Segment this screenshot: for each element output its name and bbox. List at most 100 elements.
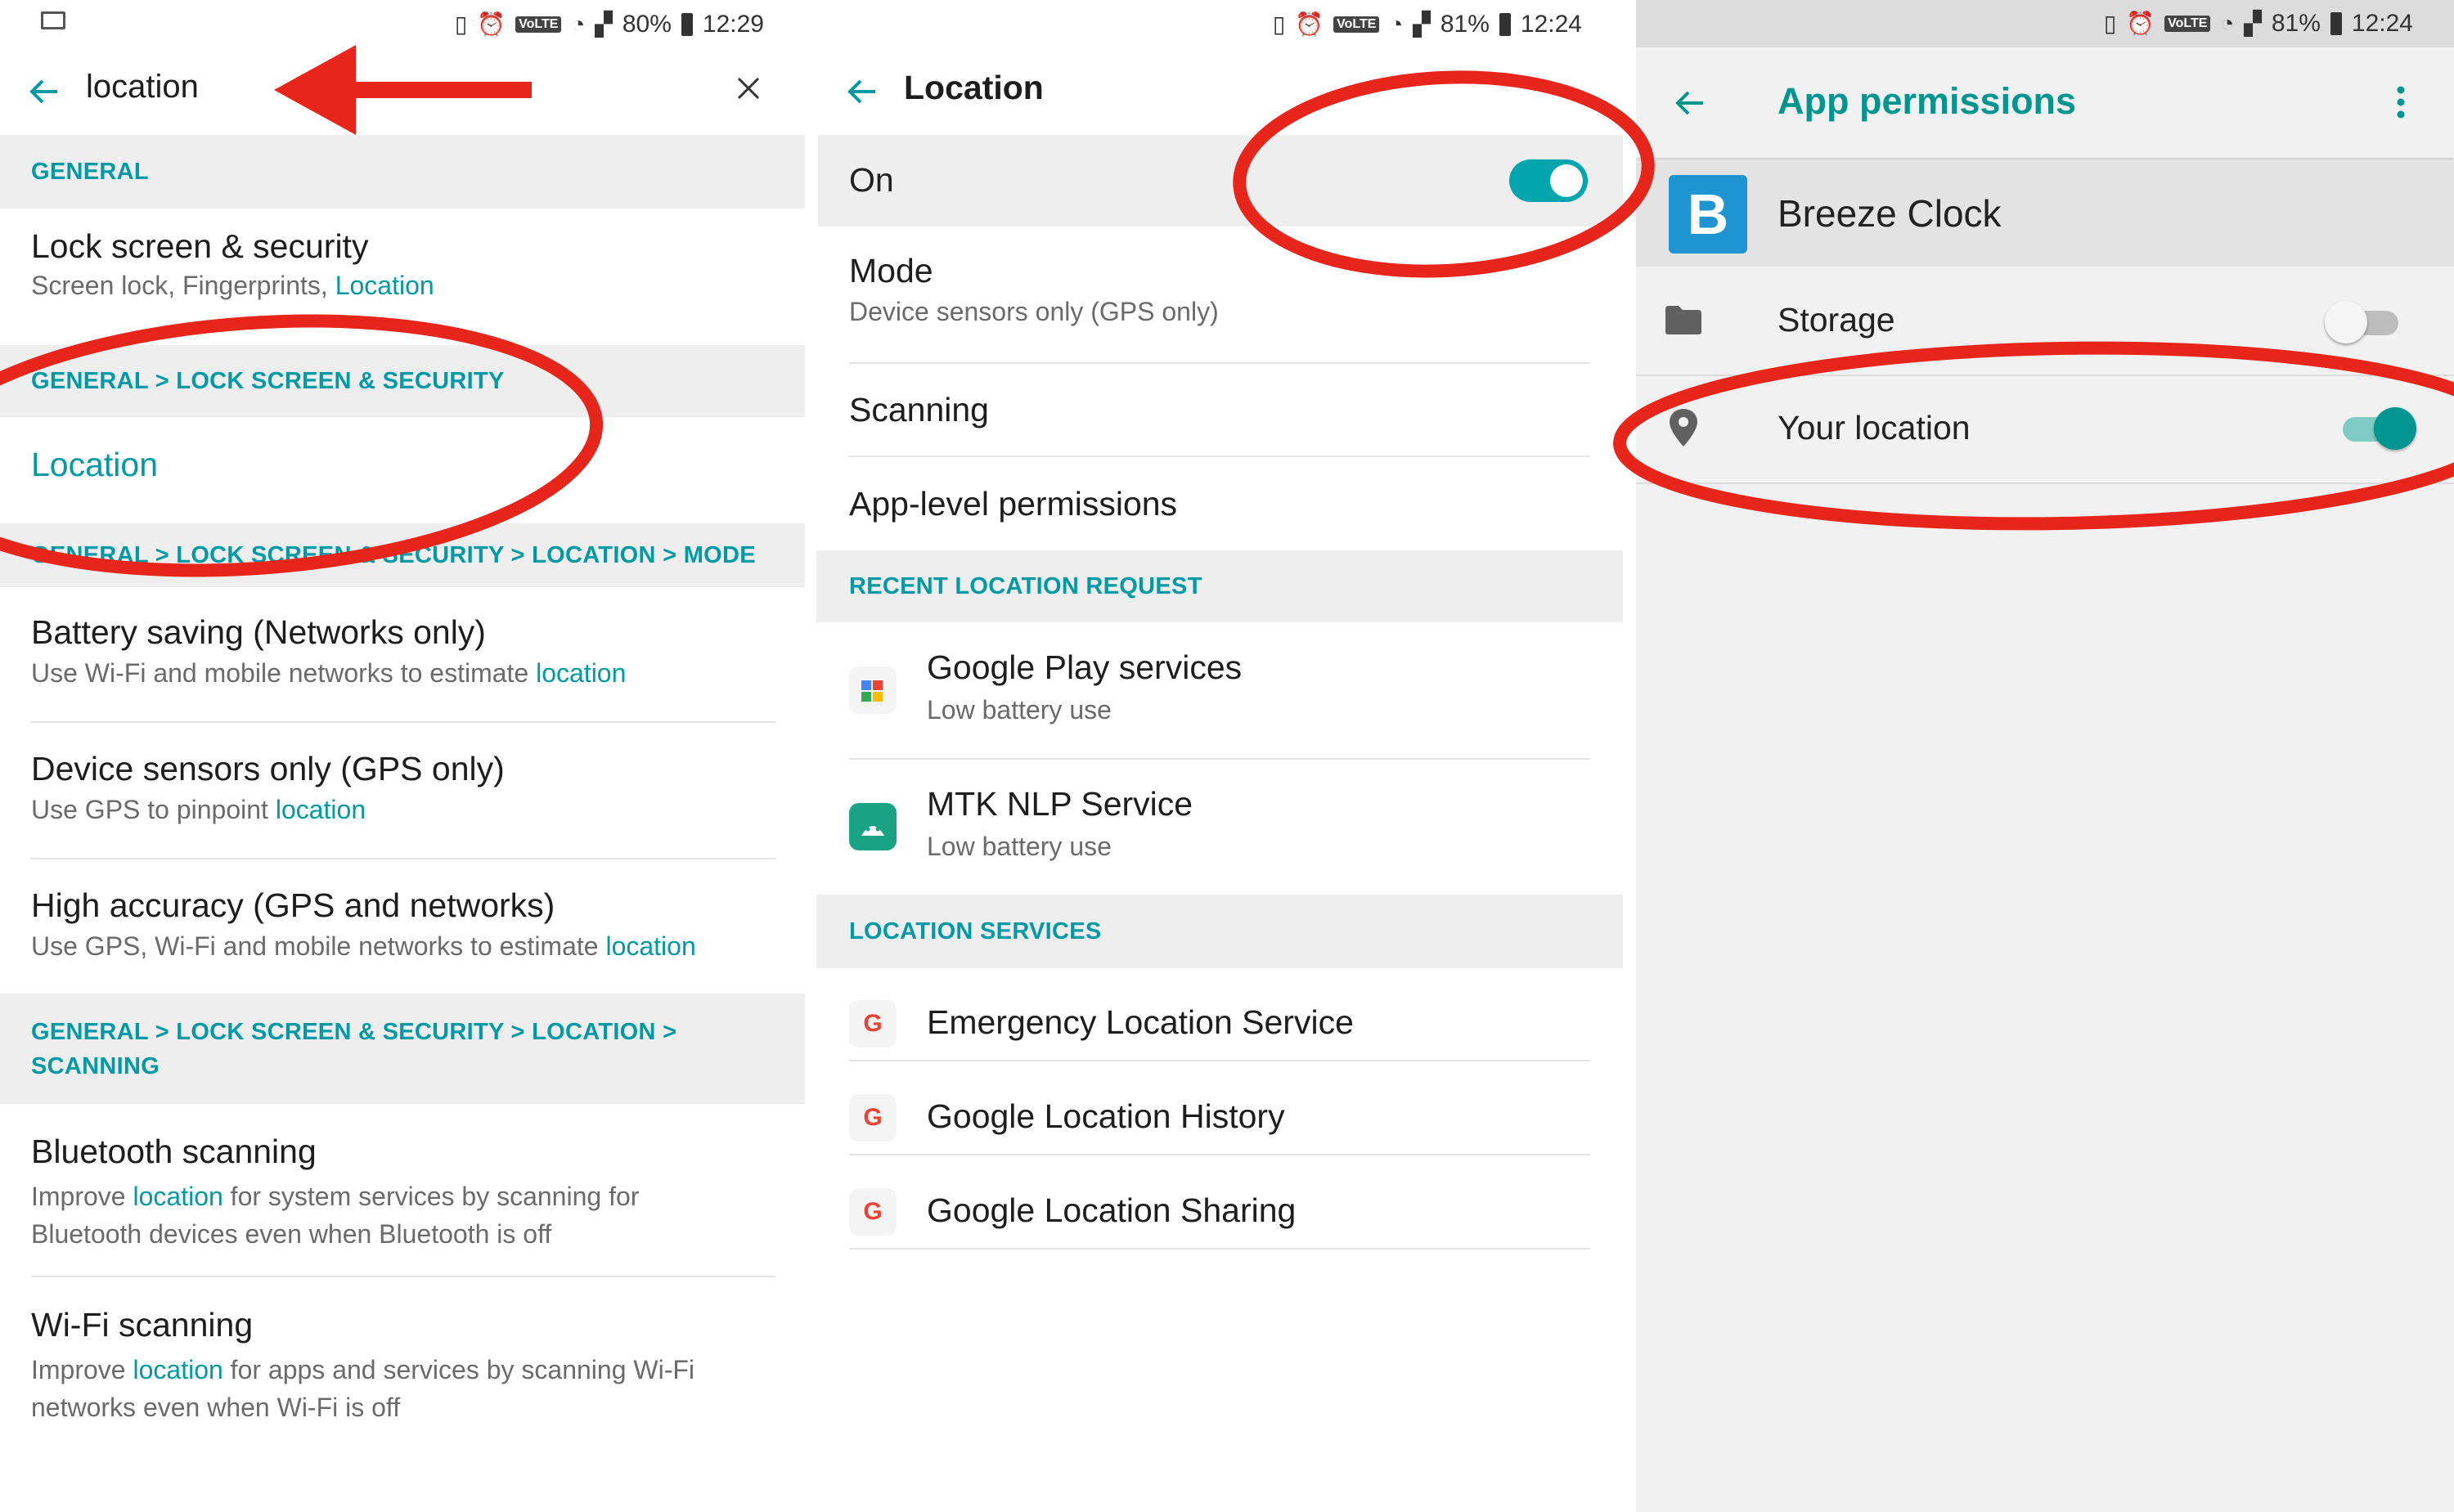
alarm-icon: ⏰ [1295, 11, 1324, 37]
battery-percent: 81% [2271, 10, 2321, 37]
location-settings-panel: ▯ ⏰ VoLTE ◔ ▞ 81% 12:24 Location On Mode… [816, 0, 1623, 1512]
recent-request-item[interactable]: Google Play services Low battery use [849, 648, 1593, 747]
master-switch-label: On [849, 161, 894, 199]
status-bar: ▯ ⏰ VoLTE ◔ ▞ 80% 12:29 [0, 0, 805, 49]
wifi-icon: ◔ [571, 11, 586, 37]
highlight-term: Location [335, 271, 434, 300]
result-device-sensors[interactable]: Device sensors only (GPS only) Use GPS t… [31, 750, 775, 848]
vibrate-icon: ▯ [2103, 11, 2117, 36]
result-title: High accuracy (GPS and networks) [31, 886, 555, 924]
overflow-menu-icon[interactable] [2389, 82, 2413, 123]
request-app-name: Google Play services [927, 648, 1243, 686]
back-arrow-icon[interactable] [25, 72, 65, 111]
location-toggle[interactable] [2338, 407, 2416, 450]
recent-request-item[interactable]: MTK NLP Service Low battery use [849, 785, 1593, 883]
clock: 12:29 [702, 11, 764, 38]
divider [31, 721, 775, 723]
app-name: Breeze Clock [1778, 192, 2002, 235]
mode-title: Mode [849, 252, 933, 289]
vibrate-icon: ▯ [454, 11, 468, 37]
google-g-icon: G [849, 1188, 897, 1236]
settings-search-panel: ▯ ⏰ VoLTE ◔ ▞ 80% 12:29 location GENERAL… [0, 0, 805, 1512]
app-icon: B [1669, 175, 1747, 253]
highlight-term: location [275, 795, 366, 824]
search-input[interactable]: location [86, 69, 199, 105]
mode-row[interactable]: Mode Device sensors only (GPS only) [849, 252, 1585, 350]
app-header-row: B Breeze Clock [1636, 162, 2454, 267]
storage-toggle[interactable] [2325, 301, 2403, 343]
app-permissions-panel: ▯ ⏰ VoLTE ◔ ▞ 81% 12:24 App permissions … [1636, 0, 2454, 1512]
location-service-item[interactable]: G Emergency Location Service [849, 985, 1593, 1067]
subtitle-text: Use GPS, Wi-Fi and mobile networks to es… [31, 931, 606, 961]
page-title: Location [904, 69, 1044, 106]
location-service-item[interactable]: G Google Location Sharing [849, 1173, 1593, 1255]
clock: 12:24 [2351, 10, 2413, 37]
subtitle-text: for apps and services by scanning Wi-Fi [222, 1355, 695, 1384]
location-master-toggle[interactable] [1509, 159, 1588, 202]
location-service-item[interactable]: G Google Location History [849, 1079, 1593, 1161]
service-name: Emergency Location Service [927, 1003, 1354, 1041]
result-lock-screen-security[interactable]: Lock screen & security Screen lock, Fing… [31, 227, 784, 334]
status-bar: ▯ ⏰ VoLTE ◔ ▞ 81% 12:24 [816, 0, 1623, 49]
toggle-thumb [2374, 407, 2416, 450]
subtitle-text: for system services by scanning for [222, 1182, 640, 1211]
permission-name: Your location [1778, 409, 1971, 446]
section-header-location-mode: GENERAL > LOCK SCREEN & SECURITY > LOCAT… [0, 523, 805, 587]
highlight-term: location [133, 1355, 223, 1384]
back-arrow-icon[interactable] [843, 72, 883, 111]
battery-percent: 81% [1440, 11, 1490, 38]
highlight-term: location [536, 658, 627, 688]
highlight-term: location [605, 931, 696, 961]
result-location[interactable]: Location [31, 446, 158, 484]
permission-row-storage[interactable]: Storage [1636, 270, 2454, 375]
alarm-icon: ⏰ [2126, 11, 2155, 36]
section-header-location-services: LOCATION SERVICES [816, 895, 1623, 968]
result-subtitle: Improve location for apps and services b… [31, 1351, 792, 1426]
scanning-row[interactable]: Scanning [849, 391, 989, 429]
battery-icon [681, 13, 693, 36]
result-subtitle: Improve location for system services by … [31, 1178, 792, 1253]
alarm-icon: ⏰ [477, 11, 506, 37]
section-header-general: GENERAL [0, 135, 805, 209]
subtitle-text: Use GPS to pinpoint [31, 795, 276, 824]
toggle-thumb [2325, 301, 2367, 343]
wifi-icon: ◔ [2220, 11, 2235, 36]
subtitle-text: Improve [31, 1182, 133, 1211]
divider [31, 1276, 775, 1277]
android-icon [849, 803, 897, 850]
divider [849, 1060, 1590, 1061]
volte-badge: VoLTE [1333, 16, 1380, 33]
app-level-permissions-row[interactable]: App-level permissions [849, 485, 1177, 523]
location-pin-icon [1667, 407, 1700, 448]
clock: 12:24 [1520, 11, 1582, 38]
section-header-line: SCANNING [31, 1052, 160, 1079]
back-arrow-icon[interactable] [1670, 83, 1711, 123]
battery-icon [1499, 13, 1511, 36]
vibrate-icon: ▯ [1272, 11, 1286, 37]
permission-row-location[interactable]: Your location [1636, 378, 2454, 482]
close-icon[interactable] [732, 72, 765, 105]
app-bar: App permissions [1636, 47, 2454, 158]
location-master-switch-row[interactable]: On [818, 135, 1623, 227]
result-bluetooth-scanning[interactable]: Bluetooth scanning Improve location for … [31, 1133, 792, 1263]
divider [849, 362, 1590, 364]
signal-icon: ▞ [1413, 11, 1431, 37]
volte-badge: VoLTE [2164, 16, 2211, 32]
toggle-thumb [1550, 164, 1583, 197]
section-header-scanning: GENERAL > LOCK SCREEN & SECURITY > LOCAT… [0, 994, 805, 1104]
highlight-term: location [133, 1182, 223, 1211]
wifi-icon: ◔ [1389, 11, 1404, 37]
divider [1636, 375, 2454, 376]
puzzle-icon [849, 666, 897, 714]
result-title: Battery saving (Networks only) [31, 613, 486, 651]
google-g-icon: G [849, 1094, 897, 1142]
section-header-recent-requests: RECENT LOCATION REQUEST [816, 550, 1623, 622]
result-wifi-scanning[interactable]: Wi-Fi scanning Improve location for apps… [31, 1306, 792, 1437]
result-title: Wi-Fi scanning [31, 1306, 254, 1344]
result-battery-saving[interactable]: Battery saving (Networks only) Use Wi-Fi… [31, 613, 775, 711]
result-subtitle: Use GPS, Wi-Fi and mobile networks to es… [31, 931, 792, 962]
result-title: Bluetooth scanning [31, 1133, 317, 1170]
section-header-lock-security: GENERAL > LOCK SCREEN & SECURITY [0, 345, 805, 417]
result-subtitle: Use Wi-Fi and mobile networks to estimat… [31, 658, 775, 689]
result-high-accuracy[interactable]: High accuracy (GPS and networks) Use GPS… [31, 886, 792, 985]
